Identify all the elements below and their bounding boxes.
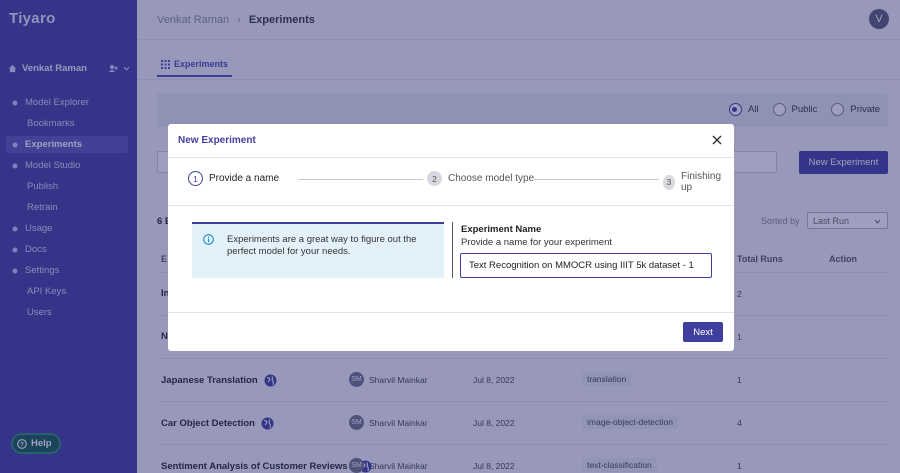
info-callout: Experiments are a great way to figure ou… [192,222,444,278]
new-experiment-modal: New Experiment 1 Provide a name 2 Choose… [168,124,734,351]
step-finishing-up: 3 Finishing up [663,171,724,193]
divider [168,312,734,313]
section-divider [452,222,453,278]
step-connector [298,179,423,180]
step-label: Finishing up [680,171,722,193]
step-number: 3 [663,174,675,190]
close-icon[interactable] [712,135,722,145]
experiment-name-input[interactable] [460,253,712,278]
step-label: Choose model type [448,173,535,184]
field-subtitle: Provide a name for your experiment [461,237,613,248]
divider [168,205,734,206]
step-label: Provide a name [209,173,280,184]
step-provide-name: 1 Provide a name [188,171,279,186]
info-icon [203,234,214,245]
modal-title: New Experiment [168,124,734,158]
step-choose-model-type: 2 Choose model type [427,171,534,186]
step-number: 1 [188,171,203,186]
step-connector [534,179,659,180]
field-title: Experiment Name [461,224,542,235]
step-number: 2 [427,171,442,186]
stepper: 1 Provide a name 2 Choose model type 3 F… [188,171,721,193]
info-text: Experiments are a great way to figure ou… [227,234,417,257]
next-button[interactable]: Next [683,322,723,342]
